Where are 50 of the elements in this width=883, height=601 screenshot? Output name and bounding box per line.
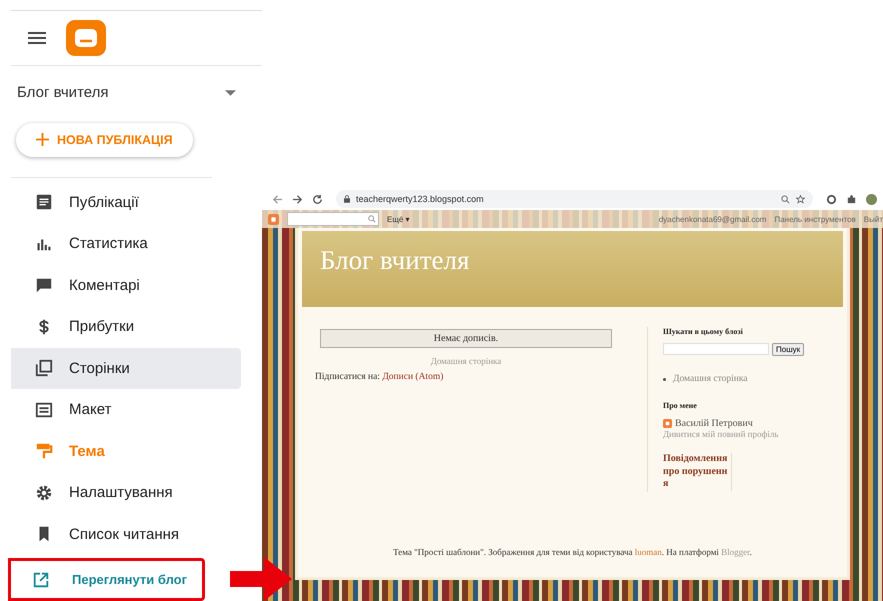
sidebar-item[interactable]: Сторінки	[11, 348, 241, 389]
blogger-logo-icon[interactable]	[268, 214, 279, 224]
sidebar-item[interactable]: Список читання	[11, 514, 241, 555]
blogger-logo-icon	[663, 419, 672, 428]
menu-icon[interactable]	[28, 32, 46, 44]
report-abuse-link[interactable]: Повідомлення про порушення	[663, 453, 732, 491]
sidebar-item[interactable]: Прибутки	[11, 306, 241, 348]
blogger-logo-icon	[66, 20, 106, 56]
subscribe-label: Підписатися на:	[315, 372, 380, 382]
star-icon[interactable]	[796, 194, 805, 204]
footer-text: Тема "Прості шаблони". Зображення для теми від користувача luoman. На платформі Blogger.	[392, 547, 753, 559]
avatar-icon[interactable]	[866, 194, 877, 204]
plus-icon	[36, 133, 49, 146]
sidebar-item[interactable]: Коментарі	[11, 264, 241, 306]
status-message: Немає дописів.	[320, 329, 612, 348]
widget-title: Про мене	[663, 401, 697, 410]
sign-out-link[interactable]: Выйт	[864, 214, 883, 224]
search-button[interactable]: Пошук	[772, 343, 804, 356]
dropdown-caret-icon[interactable]	[225, 90, 236, 96]
forward-arrow-icon[interactable]	[292, 194, 303, 204]
paint-roller-icon	[35, 442, 53, 460]
address-bar[interactable]: teacherqwerty123.blogspot.com	[336, 190, 813, 208]
account-email: dyachenkonata69@gmail.com	[658, 214, 766, 224]
document-icon	[35, 193, 53, 212]
search-field[interactable]	[287, 212, 379, 226]
sidebar-item[interactable]: Статистика	[11, 223, 241, 264]
author-link[interactable]: Василій Петрович	[675, 418, 753, 430]
search-icon[interactable]	[368, 215, 376, 223]
blog-name[interactable]: Блог вчителя	[17, 84, 225, 102]
reload-icon[interactable]	[312, 194, 323, 204]
layout-icon	[35, 400, 53, 419]
pointer-arrow	[230, 557, 292, 601]
gear-icon	[35, 484, 53, 502]
list-bullet	[663, 378, 666, 381]
search-field[interactable]	[663, 343, 769, 355]
more-menu[interactable]: Ещё ▾	[387, 214, 410, 224]
zoom-icon[interactable]	[781, 194, 790, 204]
lock-icon	[344, 195, 350, 203]
view-blog-link[interactable]: Переглянути блог	[8, 558, 205, 601]
back-arrow-icon[interactable]	[272, 194, 283, 204]
external-link-icon	[32, 570, 50, 588]
comment-icon	[35, 276, 53, 294]
widget-title: Шукати в цьому блозі	[663, 327, 743, 336]
dashboard-link[interactable]: Панель инструментов	[774, 214, 856, 224]
sidebar-item[interactable]: Макет	[11, 389, 241, 430]
sidebar-item[interactable]: Публікації	[11, 182, 241, 223]
pages-icon	[35, 359, 53, 378]
sidebar-item[interactable]: Налаштування	[11, 472, 241, 514]
extension-icon[interactable]	[826, 194, 837, 204]
feed-link[interactable]: Дописи (Atom)	[382, 372, 444, 382]
